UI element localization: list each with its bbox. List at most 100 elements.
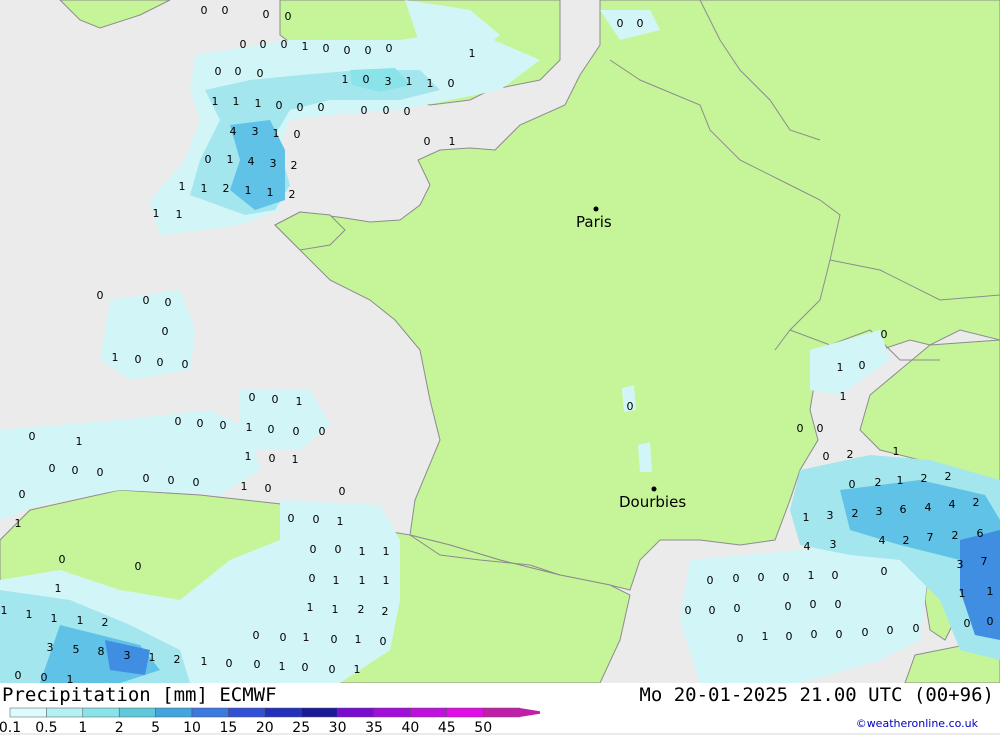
precip-value: 1: [67, 673, 74, 683]
precip-value: 1: [307, 601, 314, 614]
precip-value: 1: [255, 97, 262, 110]
precip-value: 1: [241, 480, 248, 493]
precip-value: 0: [72, 464, 79, 477]
precip-value: 0: [363, 73, 370, 86]
precip-value: 3: [385, 75, 392, 88]
precip-value: 1: [354, 663, 361, 676]
precip-value: 4: [949, 498, 956, 511]
precip-value: 0: [627, 400, 634, 413]
precip-value: 1: [51, 612, 58, 625]
precip-value: 2: [174, 653, 181, 666]
precip-value: 0: [380, 635, 387, 648]
precip-value: 0: [329, 663, 336, 676]
precip-value: 1: [77, 614, 84, 627]
precip-value: 1: [406, 75, 413, 88]
precip-value: 0: [849, 478, 856, 491]
precip-value: 0: [318, 101, 325, 114]
precip-value: 0: [881, 328, 888, 341]
precip-value: 0: [335, 543, 342, 556]
precip-value: 0: [197, 417, 204, 430]
precip-value: 1: [342, 73, 349, 86]
precip-value: 1: [383, 574, 390, 587]
precip-value: 4: [248, 155, 255, 168]
precip-value: 0: [182, 358, 189, 371]
precip-value: 4: [230, 125, 237, 138]
precip-value: 0: [285, 10, 292, 23]
precip-value: 1: [245, 450, 252, 463]
precip-value: 0: [143, 472, 150, 485]
precip-value: 1: [296, 395, 303, 408]
precip-value: 7: [927, 531, 934, 544]
precip-value: 2: [875, 476, 882, 489]
precip-value: 0: [811, 628, 818, 641]
precip-value: 0: [448, 77, 455, 90]
precip-value: 0: [386, 42, 393, 55]
precip-value: 0: [168, 474, 175, 487]
precip-value: 0: [737, 632, 744, 645]
legend-swatch: [9, 707, 47, 718]
precip-value: 0: [319, 425, 326, 438]
precip-value: 2: [223, 182, 230, 195]
credit-link[interactable]: ©weatheronline.co.uk: [856, 717, 978, 730]
precip-value: 4: [925, 501, 932, 514]
legend-swatch: [410, 707, 448, 718]
precip-value: 0: [817, 422, 824, 435]
precip-value: 0: [707, 574, 714, 587]
precip-area: [638, 442, 652, 472]
precip-value: 1: [112, 351, 119, 364]
precip-value: 0: [734, 602, 741, 615]
precip-value: 1: [762, 630, 769, 643]
precip-value: 0: [859, 359, 866, 372]
precip-value: 5: [73, 643, 80, 656]
precip-value: 1: [55, 582, 62, 595]
precip-value: 0: [294, 128, 301, 141]
precip-value: 0: [269, 452, 276, 465]
precip-value: 0: [254, 658, 261, 671]
precip-value: 0: [260, 38, 267, 51]
precip-value: 1: [176, 208, 183, 221]
legend-swatch: [337, 707, 375, 718]
precip-value: 1: [292, 453, 299, 466]
precip-value: 0: [323, 42, 330, 55]
precip-value: 0: [913, 622, 920, 635]
precip-value: 1: [427, 77, 434, 90]
precip-value: 0: [339, 485, 346, 498]
precip-value: 0: [49, 462, 56, 475]
footer-bar: Precipitation [mm] ECMWF Mo 20-01-2025 2…: [0, 683, 1000, 735]
precip-value: 0: [709, 604, 716, 617]
precip-value: 3: [270, 157, 277, 170]
legend-arrow: [519, 708, 540, 717]
precip-value: 0: [165, 296, 172, 309]
legend-colorbar: [9, 707, 540, 718]
precip-value: 3: [47, 641, 54, 654]
precip-value: 0: [257, 67, 264, 80]
precip-value: 1: [893, 445, 900, 458]
precip-value: 1: [303, 631, 310, 644]
precip-value: 2: [102, 616, 109, 629]
precip-value: 0: [193, 476, 200, 489]
precip-value: 0: [253, 629, 260, 642]
precip-value: 0: [41, 671, 48, 683]
precip-value: 3: [957, 558, 964, 571]
precip-value: 1: [449, 135, 456, 148]
city-dot: [593, 206, 599, 212]
precip-value: 0: [309, 572, 316, 585]
precip-value: 1: [359, 574, 366, 587]
precip-value: 1: [837, 361, 844, 374]
precip-value: 1: [279, 660, 286, 673]
precip-value: 1: [149, 651, 156, 664]
precip-value: 1: [302, 40, 309, 53]
precip-value: 2: [847, 448, 854, 461]
precip-value: 1: [337, 515, 344, 528]
precip-value: 1: [469, 47, 476, 60]
precip-value: 1: [233, 95, 240, 108]
precip-value: 3: [124, 649, 131, 662]
precip-value: 0: [733, 572, 740, 585]
precip-value: 0: [226, 657, 233, 670]
precip-value: 1: [840, 390, 847, 403]
precip-value: 1: [201, 655, 208, 668]
precip-value: 0: [404, 105, 411, 118]
precip-value: 1: [333, 574, 340, 587]
map-datetime: Mo 20-01-2025 21.00 UTC (00+96): [639, 684, 994, 706]
legend-swatch: [191, 707, 229, 718]
